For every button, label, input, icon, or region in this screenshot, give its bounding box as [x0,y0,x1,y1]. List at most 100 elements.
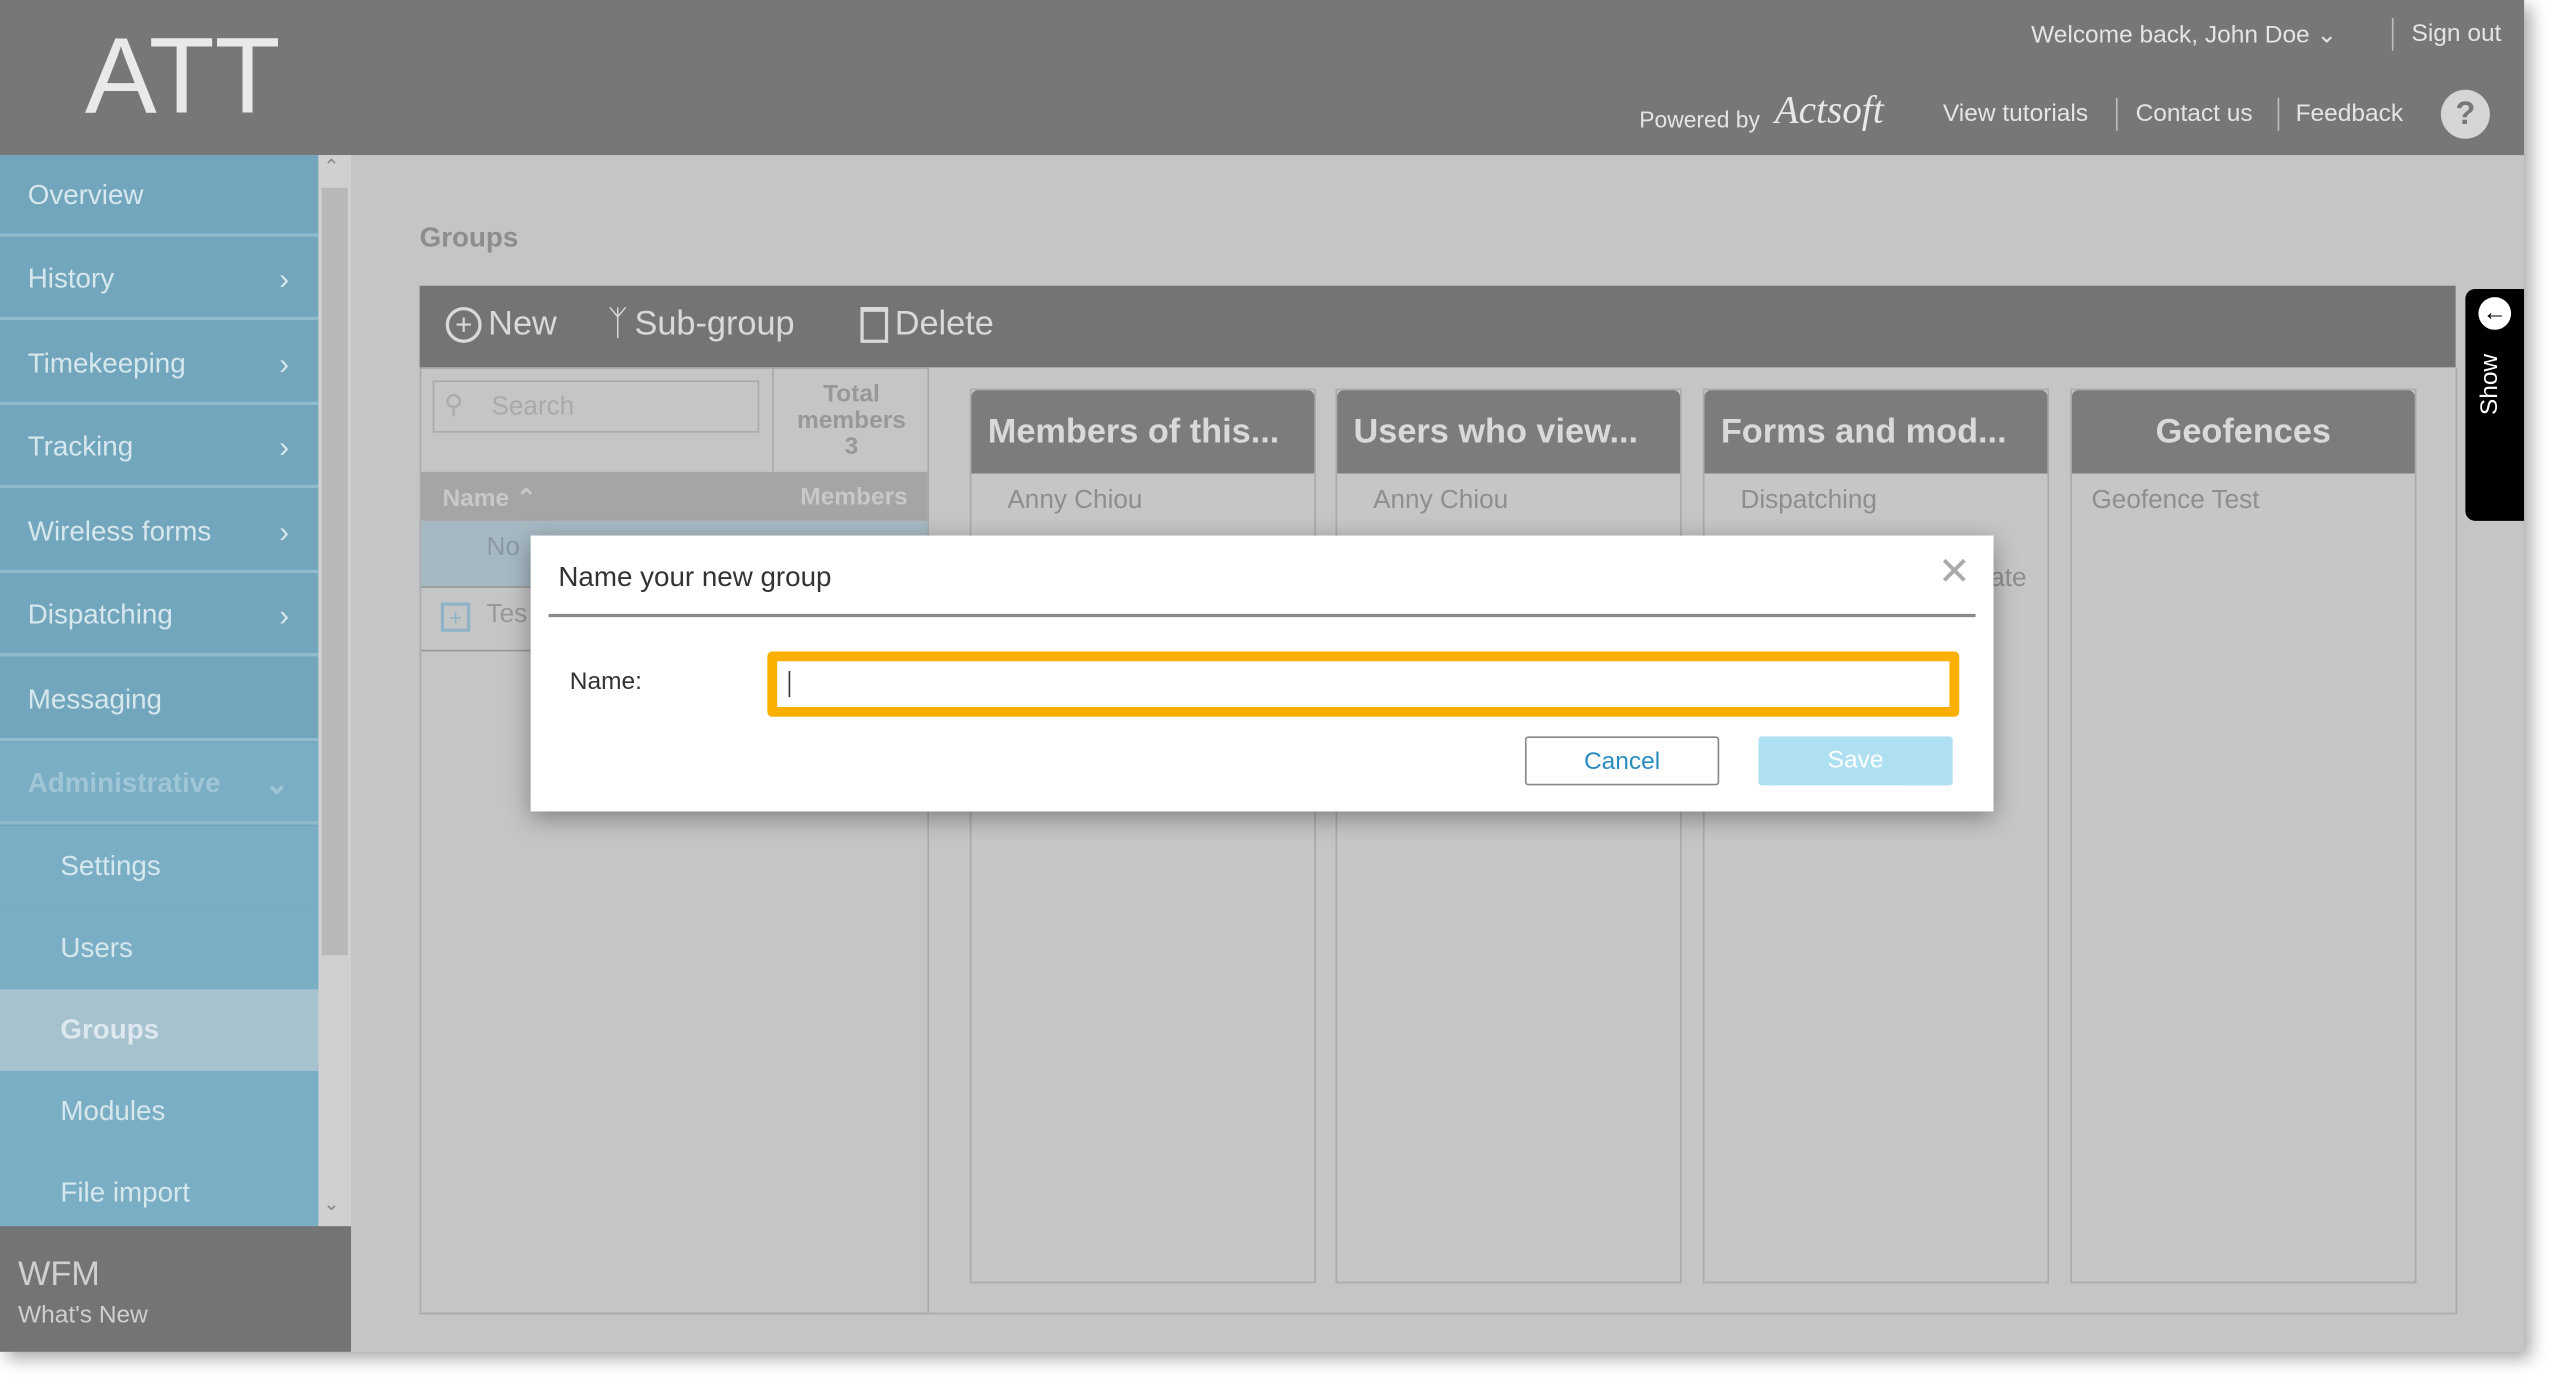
close-icon[interactable]: ✕ [1938,549,1971,596]
list-item[interactable]: Anny Chiou [1337,473,1680,515]
label: Delete [894,305,994,343]
label: Overview [27,179,144,211]
whats-new-link[interactable]: What's New [18,1301,148,1329]
label: Name [442,484,510,513]
sidebar-item-wireless-forms[interactable]: Wireless forms › [0,491,319,574]
sidebar-subitem-modules[interactable]: Modules [0,1071,319,1153]
sidebar-item-timekeeping[interactable]: Timekeeping › [0,323,319,405]
logo: ATT [84,14,281,136]
column-header: Members of this... [971,390,1315,474]
label: New [488,305,557,343]
save-button[interactable]: Save [1758,736,1953,786]
cancel-button[interactable]: Cancel [1524,736,1720,786]
plus-circle-icon: + [445,306,482,343]
sidebar-subitem-groups[interactable]: Groups [0,989,319,1072]
divider [2277,97,2280,131]
toolbar: + New ᛉ Sub-group Delete [419,285,2456,368]
members-column: Members of this... Anny Chiou [969,388,1316,1284]
arrow-left-icon: ← [2478,297,2512,330]
search-input[interactable]: ⚲ Search [432,380,760,433]
header: ATT Welcome back, John Doe ⌄ Sign out Po… [0,0,2525,156]
name-label: Name: [569,667,642,696]
new-group-dialog: Name your new group ✕ Name: Cancel Save [530,535,1994,812]
new-button[interactable]: + New [445,305,557,344]
actsoft-logo: Actsoft [1774,89,1884,133]
help-icon[interactable]: ? [2440,89,2490,139]
welcome-text: Welcome back, John Doe [2031,21,2310,49]
count: 3 [844,432,859,461]
label: Sub-group [634,305,795,343]
sidebar-item-overview[interactable]: Overview [0,155,319,237]
geofences-column: Geofences Geofence Test [2070,388,2417,1284]
text-cursor [788,671,791,698]
column-header: Users who view... [1337,390,1681,474]
sidebar-subitem-settings[interactable]: Settings [0,826,319,908]
divider [2115,97,2118,131]
sidebar-subitem-users[interactable]: Users [0,907,319,990]
label: Tracking [27,431,134,463]
subgroup-button[interactable]: ᛉ Sub-group [607,305,794,344]
chevron-down-icon: ⌄ [264,767,289,801]
sign-out-link[interactable]: Sign out [2411,20,2501,48]
page-title: Groups [419,222,519,254]
expand-icon[interactable]: + [440,602,471,632]
sidebar-item-administrative[interactable]: Administrative ⌄ [0,742,319,825]
col-name[interactable]: Name ⌃ [442,483,537,513]
col-members[interactable]: Members [800,483,908,511]
powered-by: Powered by [1639,106,1760,133]
search-placeholder: Search [491,393,575,422]
list-item[interactable]: Geofence Test [2072,473,2415,515]
sidebar-item-messaging[interactable]: Messaging [0,660,319,742]
sidebar-item-dispatching[interactable]: Dispatching › [0,575,319,657]
view-tutorials-link[interactable]: View tutorials [1943,100,2088,128]
label: Timekeeping [27,347,186,379]
divider [2455,367,2458,1315]
chevron-right-icon: › [279,515,289,549]
wfm-title: WFM [17,1255,100,1294]
chevron-right-icon: › [279,599,289,632]
user-menu[interactable]: Welcome back, John Doe ⌄ [2031,20,2337,49]
row-name: No [486,533,520,562]
name-input[interactable] [767,651,1960,717]
column-header: Forms and mod... [1704,390,2048,474]
label: History [27,262,115,294]
label: Administrative [27,767,221,799]
row-name: Tes [486,600,528,629]
sidebar: Overview History › Timekeeping › Tracking ›… [0,155,319,1227]
total-members: Total members 3 [772,368,929,472]
label: Messaging [27,684,162,716]
divider [419,1312,2458,1315]
scroll-up-icon[interactable]: ⌃ [323,155,339,178]
list-item[interactable]: Dispatching [1705,473,2048,515]
feedback-link[interactable]: Feedback [2296,100,2404,128]
groups-list-panel: ⚲ Search Total members 3 Name ⌃ Members … [419,367,930,1315]
show-label: Show [2475,353,2504,416]
page: ATT Welcome back, John Doe ⌄ Sign out Po… [0,0,2525,1352]
forms-column: Forms and mod... Dispatching ate [1702,388,2050,1284]
label: Dispatching [27,599,173,631]
scroll-down-icon[interactable]: ⌄ [323,1192,339,1215]
sort-asc-icon: ⌃ [515,484,537,513]
chevron-down-icon: ⌄ [2316,21,2338,49]
trash-icon [860,306,889,343]
column-header: Geofences [2071,390,2415,474]
scrollbar-thumb[interactable] [321,187,348,956]
show-panel-tab[interactable]: ← Show [2465,288,2525,521]
table-header: Name ⌃ Members [421,471,928,521]
branch-icon: ᛉ [607,305,628,343]
divider [548,613,1976,618]
chevron-right-icon: › [279,431,289,464]
divider [2391,17,2394,51]
sidebar-subitem-file-import[interactable]: File import [0,1152,319,1227]
sidebar-item-tracking[interactable]: Tracking › [0,407,319,489]
viewers-column: Users who view... Anny Chiou [1335,388,1682,1284]
label: Total members [796,380,906,435]
list-item[interactable]: Anny Chiou [971,473,1314,515]
sidebar-item-history[interactable]: History › [0,238,319,321]
search-icon: ⚲ [444,391,464,420]
label: Wireless forms [27,515,212,547]
chevron-right-icon: › [279,347,289,381]
chevron-right-icon: › [279,262,289,296]
delete-button[interactable]: Delete [860,305,994,344]
contact-us-link[interactable]: Contact us [2136,100,2253,128]
